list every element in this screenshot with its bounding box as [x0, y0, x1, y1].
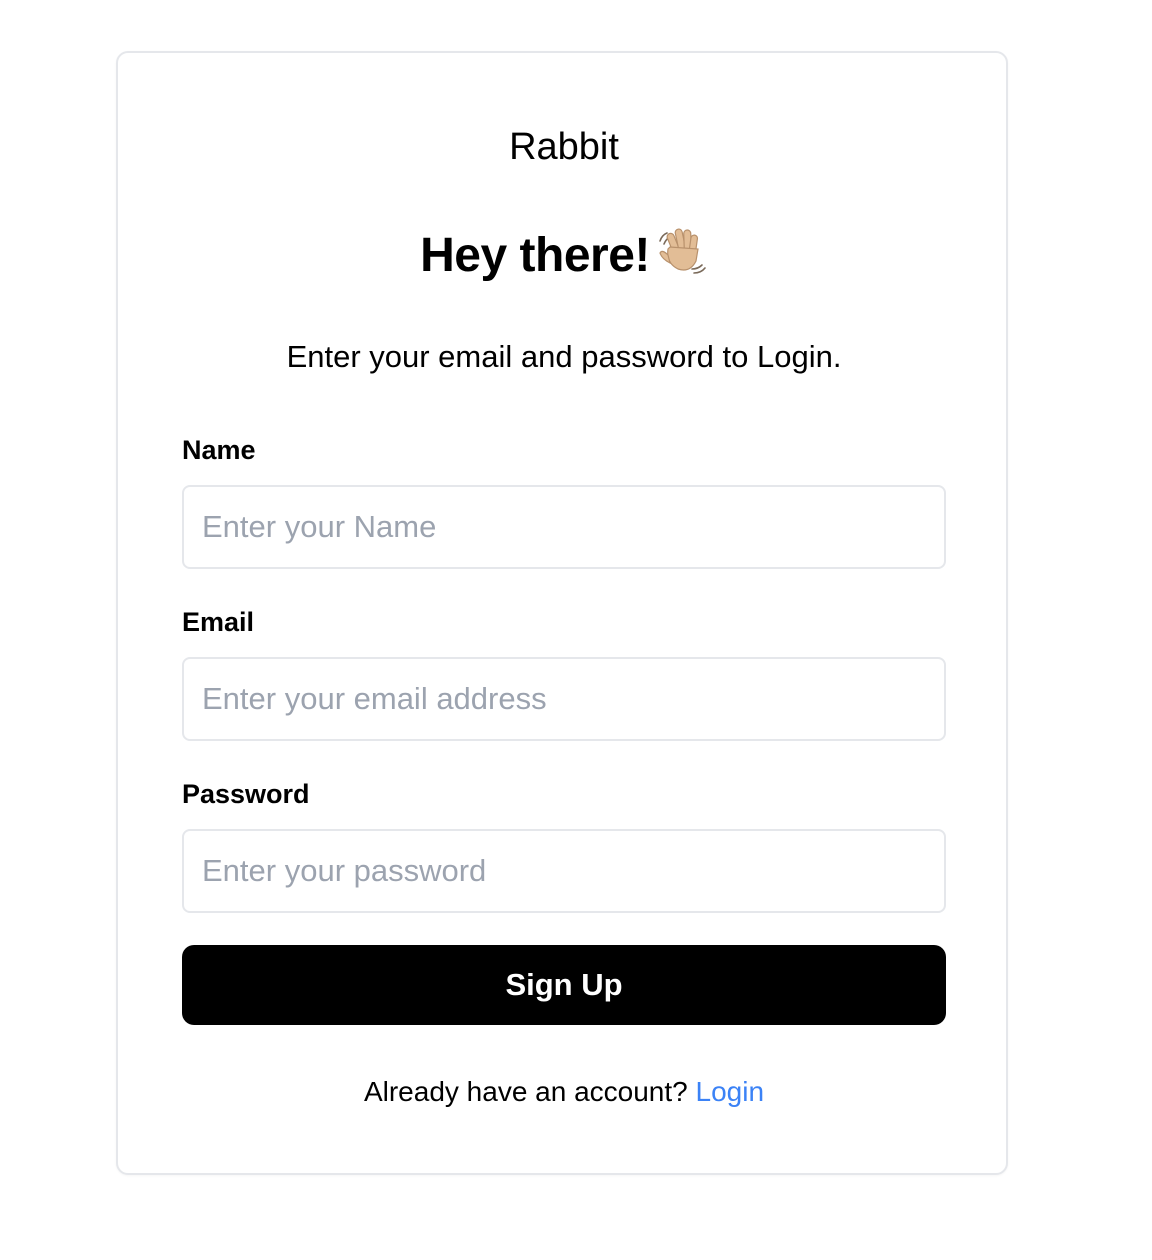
greeting-text: Hey there! [420, 229, 650, 282]
brand-title: Rabbit [509, 126, 619, 168]
name-label: Name [182, 435, 256, 465]
name-input[interactable] [182, 485, 946, 569]
email-label: Email [182, 607, 255, 637]
email-input[interactable] [182, 657, 946, 741]
password-input[interactable] [182, 829, 946, 913]
login-prompt: Already have an account? Login [118, 1073, 1010, 1111]
sign-up-button[interactable]: Sign Up [182, 945, 946, 1025]
subtitle-text: Enter your email and password to Login. [286, 339, 842, 374]
login-link[interactable]: Login [696, 1076, 765, 1107]
login-prompt-text: Already have an account? [363, 1076, 696, 1107]
password-label: Password [182, 779, 310, 809]
waving-hand-icon [656, 225, 708, 290]
signup-card: Rabbit Hey there! Enter your email and p… [116, 51, 1008, 1175]
greeting-heading: Hey there! [118, 225, 1010, 290]
